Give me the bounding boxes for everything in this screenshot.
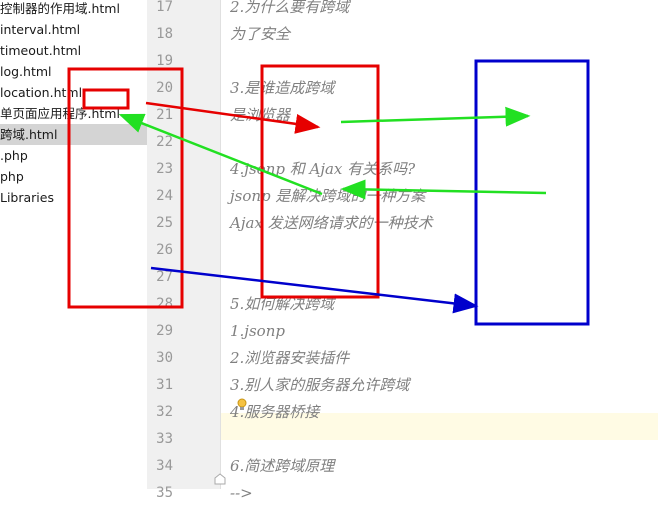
line-number: 19 — [156, 53, 173, 69]
line-number: 22 — [156, 134, 173, 150]
code-line[interactable]: 4.jsonp 和 Ajax 有关系吗? — [230, 156, 415, 183]
line-number: 35 — [156, 485, 173, 501]
code-line[interactable]: 是浏览器 — [230, 102, 290, 129]
line-number: 34 — [156, 458, 173, 474]
code-line[interactable]: 为了安全 — [230, 21, 290, 48]
line-number: 33 — [156, 431, 173, 447]
code-line[interactable]: Ajax 发送网络请求的一种技术 — [230, 210, 433, 237]
code-line[interactable]: jsonp 是解决跨域的一种方案 — [230, 183, 425, 210]
line-number: 18 — [156, 26, 173, 42]
line-number: 29 — [156, 323, 173, 339]
line-number: 30 — [156, 350, 173, 366]
code-line[interactable]: 6.简述跨域原理 — [230, 453, 334, 480]
code-line[interactable]: 3.别人家的服务器允许跨域 — [230, 372, 409, 399]
file-item[interactable]: 控制器的作用域.html — [0, 0, 120, 19]
line-number: 17 — [156, 0, 173, 15]
file-item[interactable]: timeout.html — [0, 40, 81, 61]
project-file-tree: 控制器的作用域.html interval.html timeout.html log… — [0, 0, 147, 489]
file-item[interactable]: .php — [0, 145, 28, 166]
line-number: 25 — [156, 215, 173, 231]
code-line[interactable]: 2.浏览器安装插件 — [230, 345, 349, 372]
line-number: 20 — [156, 80, 173, 96]
file-item[interactable]: location.html — [0, 82, 82, 103]
line-number: 21 — [156, 107, 173, 123]
code-line[interactable]: 2.为什么要有跨域 — [230, 0, 349, 21]
code-line[interactable]: 5.如何解决跨域 — [230, 291, 334, 318]
line-number: 26 — [156, 242, 173, 258]
code-line[interactable]: --> — [230, 480, 253, 507]
file-item[interactable]: 单页面应用程序.html — [0, 103, 120, 124]
lightbulb-icon[interactable] — [237, 398, 247, 412]
code-line[interactable]: 3.是谁造成跨域 — [230, 75, 334, 102]
file-item[interactable]: interval.html — [0, 19, 80, 40]
file-item[interactable]: Libraries — [0, 187, 54, 208]
line-number: 23 — [156, 161, 173, 177]
line-number: 31 — [156, 377, 173, 393]
file-item[interactable]: 跨域.html — [0, 124, 147, 145]
fold-marker-icon[interactable] — [213, 472, 227, 486]
file-item[interactable]: php — [0, 166, 24, 187]
line-number: 32 — [156, 404, 173, 420]
line-number: 28 — [156, 296, 173, 312]
code-line[interactable]: 1.jsonp — [230, 318, 285, 345]
line-number: 27 — [156, 269, 173, 285]
file-item[interactable]: log.html — [0, 61, 52, 82]
line-number: 24 — [156, 188, 173, 204]
